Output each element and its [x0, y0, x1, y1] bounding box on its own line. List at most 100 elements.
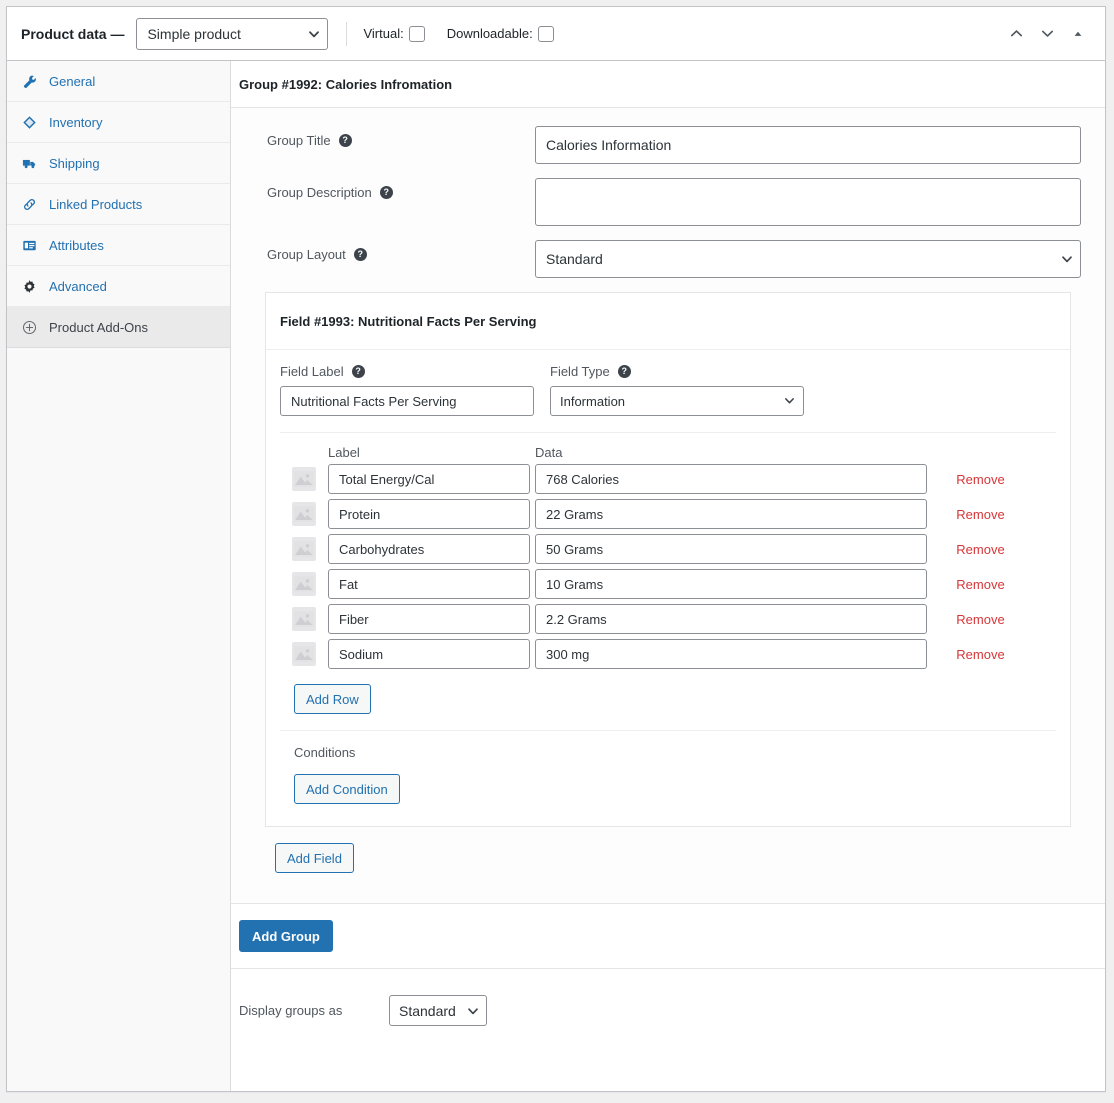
row-data-input[interactable]: [535, 569, 927, 599]
row-label-input[interactable]: [328, 569, 530, 599]
add-field-button[interactable]: Add Field: [275, 843, 354, 873]
product-data-toolbar: Product data — Simple product Virtual: D…: [7, 7, 1105, 61]
sidebar-item-advanced[interactable]: Advanced: [7, 266, 230, 307]
chevron-down-icon[interactable]: [1038, 25, 1056, 43]
row-label-input[interactable]: [328, 499, 530, 529]
product-type-select[interactable]: Simple product: [136, 18, 328, 50]
group-layout-label: Group Layout: [267, 247, 346, 262]
help-icon[interactable]: ?: [354, 248, 367, 261]
rows-data-col-header: Data: [535, 445, 927, 460]
row-image-cell[interactable]: [280, 502, 328, 526]
sidebar-item-label: Product Add-Ons: [49, 320, 148, 335]
row-data-input[interactable]: [535, 534, 927, 564]
plus-circle-icon: [20, 318, 38, 336]
row-image-cell[interactable]: [280, 467, 328, 491]
remove-row-link[interactable]: Remove: [956, 612, 1004, 627]
table-row: Remove: [280, 569, 1056, 599]
remove-row-link[interactable]: Remove: [956, 472, 1004, 487]
row-label-input[interactable]: [328, 639, 530, 669]
chevron-down-icon: [467, 1005, 477, 1015]
table-row: Remove: [280, 639, 1056, 669]
row-data-cell: [535, 604, 927, 634]
image-placeholder-icon[interactable]: [292, 502, 316, 526]
add-group-button[interactable]: Add Group: [239, 920, 333, 952]
image-placeholder-icon[interactable]: [292, 642, 316, 666]
image-placeholder-icon[interactable]: [292, 572, 316, 596]
row-label-input[interactable]: [328, 604, 530, 634]
metabox-body: General Inventory Shipping: [7, 61, 1105, 1091]
group-layout-row: Group Layout ? Standard: [253, 240, 1083, 278]
field-meta-row: Field Label ? Field Type ?: [280, 364, 1056, 416]
page-title: Product data —: [21, 26, 124, 42]
group-title-input[interactable]: [535, 126, 1081, 164]
chevron-down-icon: [784, 395, 794, 405]
image-placeholder-icon[interactable]: [292, 537, 316, 561]
display-groups-value: Standard: [399, 1003, 456, 1019]
row-label-cell: [328, 639, 530, 669]
remove-row-link[interactable]: Remove: [956, 577, 1004, 592]
table-row: Remove: [280, 604, 1056, 634]
row-image-cell[interactable]: [280, 642, 328, 666]
image-placeholder-icon[interactable]: [292, 467, 316, 491]
sidebar-item-attributes[interactable]: Attributes: [7, 225, 230, 266]
help-icon[interactable]: ?: [339, 134, 352, 147]
gear-icon: [20, 277, 38, 295]
help-icon[interactable]: ?: [352, 365, 365, 378]
remove-row-link[interactable]: Remove: [956, 542, 1004, 557]
image-placeholder-icon[interactable]: [292, 607, 316, 631]
sidebar-item-label: Inventory: [49, 115, 102, 130]
row-data-input[interactable]: [535, 604, 927, 634]
field-card: Field #1993: Nutritional Facts Per Servi…: [265, 292, 1071, 827]
group-description-textarea[interactable]: [535, 178, 1081, 226]
row-data-input[interactable]: [535, 639, 927, 669]
help-icon[interactable]: ?: [380, 186, 393, 199]
add-row-button[interactable]: Add Row: [294, 684, 371, 714]
display-groups-select[interactable]: Standard: [389, 995, 487, 1026]
sidebar-item-linked-products[interactable]: Linked Products: [7, 184, 230, 225]
triangle-up-icon[interactable]: [1069, 25, 1087, 43]
row-label-input[interactable]: [328, 534, 530, 564]
truck-icon: [20, 154, 38, 172]
add-condition-button[interactable]: Add Condition: [294, 774, 400, 804]
product-add-ons-panel: Group #1992: Calories Infromation Group …: [231, 61, 1105, 1091]
row-label-cell: [328, 534, 530, 564]
row-image-cell[interactable]: [280, 607, 328, 631]
row-data-input[interactable]: [535, 499, 927, 529]
downloadable-checkbox[interactable]: [538, 26, 554, 42]
field-label-col: Field Label ?: [280, 364, 534, 416]
remove-row-link[interactable]: Remove: [956, 647, 1004, 662]
sidebar-item-general[interactable]: General: [7, 61, 230, 102]
list-icon: [20, 236, 38, 254]
sidebar-item-product-add-ons[interactable]: Product Add-Ons: [7, 307, 230, 348]
group-description-label-wrap: Group Description ?: [253, 178, 535, 200]
downloadable-checkbox-row[interactable]: Downloadable:: [447, 26, 554, 42]
virtual-checkbox-row[interactable]: Virtual:: [363, 26, 424, 42]
field-type-select[interactable]: Information: [550, 386, 804, 416]
field-label-caption-wrap: Field Label ?: [280, 364, 534, 378]
rows-label-col-header: Label: [328, 445, 530, 460]
row-image-cell[interactable]: [280, 572, 328, 596]
metabox-order-controls: [1007, 25, 1093, 43]
remove-row-link[interactable]: Remove: [956, 507, 1004, 522]
sidebar-item-shipping[interactable]: Shipping: [7, 143, 230, 184]
sidebar-item-inventory[interactable]: Inventory: [7, 102, 230, 143]
rows-table-header: Label Data: [280, 433, 1056, 464]
group-title-label-wrap: Group Title ?: [253, 126, 535, 148]
row-data-input[interactable]: [535, 464, 927, 494]
row-label-input[interactable]: [328, 464, 530, 494]
group-header: Group #1992: Calories Infromation: [231, 61, 1105, 108]
sidebar-item-label: Shipping: [49, 156, 100, 171]
product-data-tabs: General Inventory Shipping: [7, 61, 231, 1091]
group-layout-select[interactable]: Standard: [535, 240, 1081, 278]
help-icon[interactable]: ?: [618, 365, 631, 378]
virtual-checkbox[interactable]: [409, 26, 425, 42]
row-remove-cell: Remove: [927, 612, 1056, 627]
sidebar-item-label: Attributes: [49, 238, 104, 253]
row-image-cell[interactable]: [280, 537, 328, 561]
chevron-down-icon: [1061, 253, 1071, 263]
field-label-input[interactable]: [280, 386, 534, 416]
sidebar-item-label: General: [49, 74, 95, 89]
table-row: Remove: [280, 534, 1056, 564]
chevron-up-icon[interactable]: [1007, 25, 1025, 43]
group-layout-label-wrap: Group Layout ?: [253, 240, 535, 262]
